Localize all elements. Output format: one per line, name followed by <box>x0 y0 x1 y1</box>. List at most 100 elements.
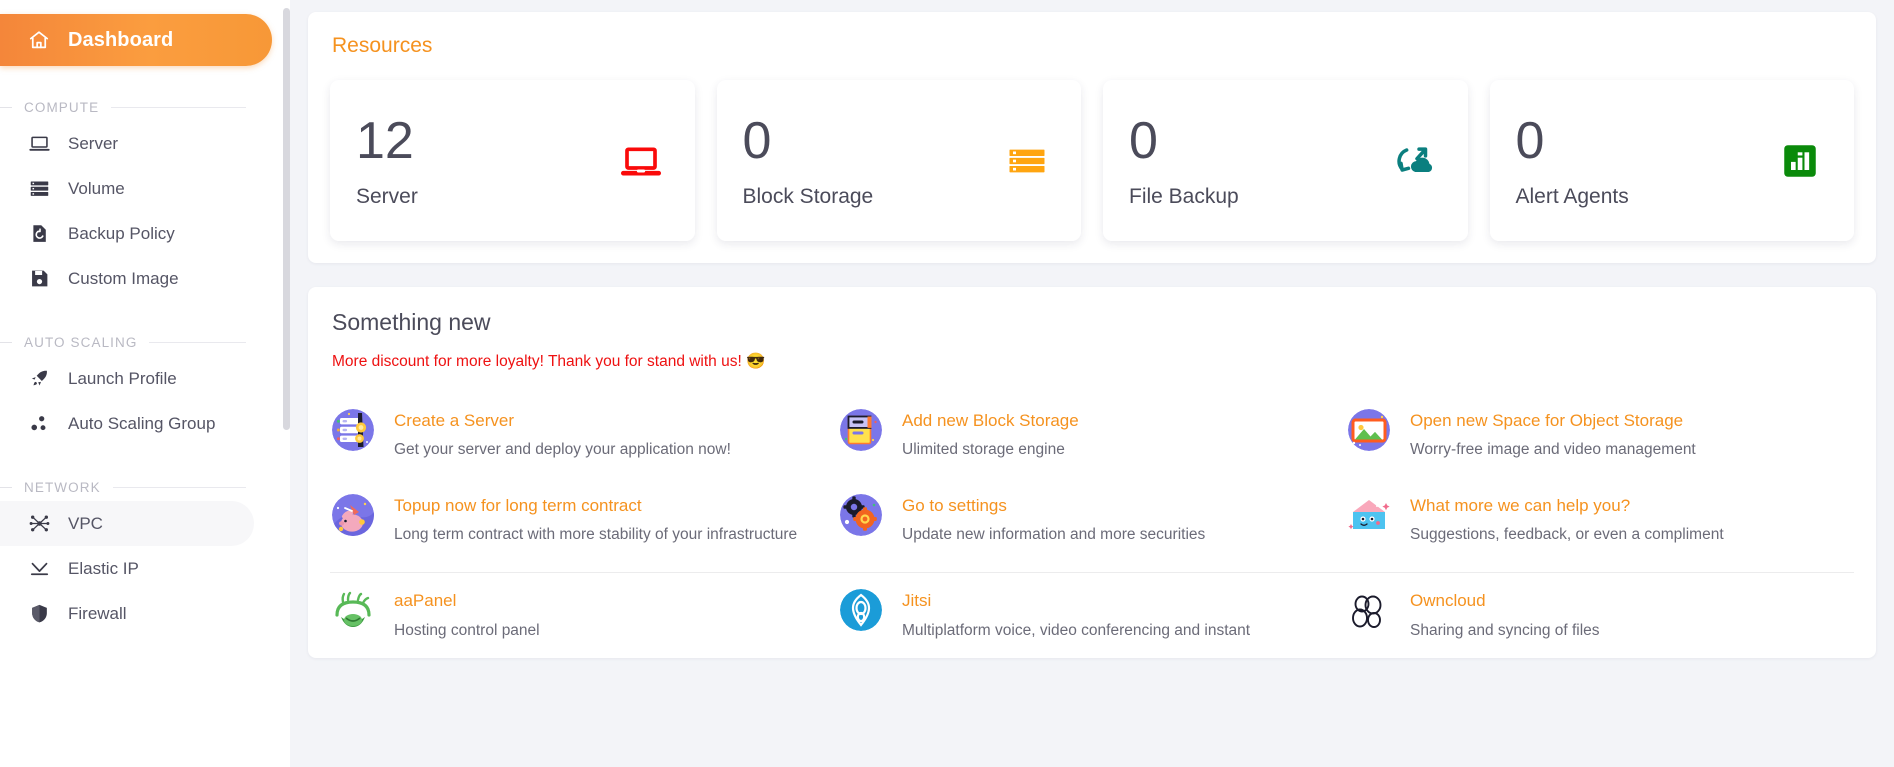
app-root: Dashboard COMPUTE Server Volume Backup P… <box>0 0 1894 767</box>
sidebar-item-elastic-ip[interactable]: Elastic IP <box>0 546 254 591</box>
quick-link-add-new-block-storage[interactable]: Add new Block Storage Ulimited storage e… <box>838 393 1346 478</box>
sidebar-item-label: Elastic IP <box>68 558 139 578</box>
cloud-sync-teal-icon <box>1390 137 1438 185</box>
sidebar-scrollbar-thumb[interactable] <box>283 8 290 430</box>
section-title: NETWORK <box>24 480 101 495</box>
quick-link-go-to-settings[interactable]: Go to settings Update new information an… <box>838 478 1346 563</box>
sidebar-item-label: Backup Policy <box>68 223 175 243</box>
quick-link-aapanel[interactable]: aaPanel Hosting control panel <box>330 573 838 658</box>
sidebar-item-backup-policy[interactable]: Backup Policy <box>0 211 254 256</box>
quick-link-title: What more we can help you? <box>1410 495 1631 515</box>
quick-link-text: Create a Server Get your server and depl… <box>394 409 731 462</box>
quick-link-title: Go to settings <box>902 495 1007 515</box>
sidebar-item-label: Volume <box>68 178 125 198</box>
sidebar-item-custom-image[interactable]: Custom Image <box>0 256 254 301</box>
sidebar-item-label: Dashboard <box>68 28 174 51</box>
quick-link-desc: Suggestions, feedback, or even a complim… <box>1410 525 1724 543</box>
network-hub-icon <box>26 511 52 537</box>
sidebar-section-network: NETWORK <box>0 480 272 495</box>
sidebar-inner: Dashboard COMPUTE Server Volume Backup P… <box>0 14 290 636</box>
sidebar-item-label: VPC <box>68 513 103 533</box>
jitsi-logo-icon <box>840 589 882 632</box>
stat-card-server[interactable]: 12 Server <box>330 80 695 241</box>
quick-link-jitsi[interactable]: Jitsi Multiplatform voice, video confere… <box>838 573 1346 658</box>
sidebar-item-launch-profile[interactable]: Launch Profile <box>0 356 254 401</box>
three-dots-group-icon <box>26 411 52 437</box>
quick-link-title: Open new Space for Object Storage <box>1410 411 1684 430</box>
quick-link-desc: Sharing and syncing of files <box>1410 621 1600 639</box>
sidebar-item-volume[interactable]: Volume <box>0 166 254 211</box>
quick-link-title: Add new Block Storage <box>902 411 1079 430</box>
main-content: Resources 12 Server 0 Block Storage 0 Fi… <box>290 0 1894 767</box>
section-dash-right <box>111 107 246 108</box>
quick-link-text: Open new Space for Object Storage Worry-… <box>1410 409 1696 462</box>
something-new-panel: Something new More discount for more loy… <box>308 287 1876 659</box>
quick-link-create-a-server[interactable]: Create a Server Get your server and depl… <box>330 393 838 478</box>
quick-link-title: Jitsi <box>902 591 932 611</box>
quick-link-title: aaPanel <box>394 591 457 611</box>
quick-link-text: Topup now for long term contract Long te… <box>394 494 797 547</box>
floppy-disk-icon <box>26 266 52 292</box>
quick-link-owncloud[interactable]: Owncloud Sharing and syncing of files <box>1346 573 1854 658</box>
resource-stat-row: 12 Server 0 Block Storage 0 File Backup … <box>330 80 1854 241</box>
block-storage-orange-icon <box>1003 137 1051 185</box>
stat-label: File Backup <box>1129 184 1239 208</box>
section-dash-left <box>0 487 12 488</box>
quick-link-desc: Update new information and more securiti… <box>902 525 1206 543</box>
stat-label: Alert Agents <box>1515 184 1629 208</box>
stat-card-alert-agents[interactable]: 0 Alert Agents <box>1489 80 1854 241</box>
mailbox-illustration-icon <box>1348 494 1390 536</box>
quick-link-desc: Ulimited storage engine <box>902 441 1065 459</box>
sidebar-item-auto-scaling-group[interactable]: Auto Scaling Group <box>0 401 254 446</box>
quick-link-text: Go to settings Update new information an… <box>902 494 1205 547</box>
quick-link-topup-now-for-long-term-contract[interactable]: Topup now for long term contract Long te… <box>330 478 838 563</box>
stat-card-block-storage[interactable]: 0 Block Storage <box>716 80 1081 241</box>
promo-text: More discount for more loyalty! Thank yo… <box>332 353 766 370</box>
quick-link-desc: Multiplatform voice, video conferencing … <box>902 621 1251 639</box>
quick-link-desc: Get your server and deploy your applicat… <box>394 441 731 459</box>
quick-link-title: Topup now for long term contract <box>394 495 642 515</box>
quick-link-text: Add new Block Storage Ulimited storage e… <box>902 409 1079 462</box>
stat-label: Server <box>356 184 418 208</box>
stacked-disks-icon <box>26 176 52 202</box>
quick-link-text: Jitsi Multiplatform voice, video confere… <box>902 589 1250 642</box>
piggy-bank-illustration-icon <box>332 493 374 536</box>
panel-title-something-new: Something new <box>332 309 491 335</box>
sidebar-section-compute: COMPUTE <box>0 100 272 115</box>
owncloud-logo-icon <box>1348 589 1390 631</box>
quick-link-grid: Create a Server Get your server and depl… <box>330 393 1854 658</box>
section-dash-right <box>149 342 246 343</box>
sidebar-item-firewall[interactable]: Firewall <box>0 591 254 636</box>
quick-link-desc: Hosting control panel <box>394 621 540 639</box>
server-rack-illustration-icon <box>332 409 374 451</box>
elastic-ip-icon <box>26 556 52 582</box>
quick-link-text: Owncloud Sharing and syncing of files <box>1410 589 1600 642</box>
sidebar-section-auto-scaling: AUTO SCALING <box>0 335 272 350</box>
bar-chart-green-icon <box>1776 137 1824 185</box>
quick-link-open-new-space-for-object-storage[interactable]: Open new Space for Object Storage Worry-… <box>1346 393 1854 478</box>
aapanel-logo-icon <box>332 589 374 631</box>
quick-link-desc: Worry-free image and video management <box>1410 441 1696 459</box>
section-title: AUTO SCALING <box>24 335 138 350</box>
rocket-icon <box>26 366 52 392</box>
sidebar-item-label: Firewall <box>68 603 127 623</box>
quick-link-what-more-we-can-help-you[interactable]: What more we can help you? Suggestions, … <box>1346 478 1854 563</box>
gears-illustration-icon <box>840 493 882 536</box>
sidebar-item-label: Launch Profile <box>68 368 177 388</box>
sidebar-item-vpc[interactable]: VPC <box>0 501 254 546</box>
resources-panel: Resources 12 Server 0 Block Storage 0 Fi… <box>308 12 1876 263</box>
section-title: COMPUTE <box>24 100 100 115</box>
section-dash-right <box>112 487 246 488</box>
stat-card-file-backup[interactable]: 0 File Backup <box>1103 80 1468 241</box>
section-dash-left <box>0 342 12 343</box>
sidebar-item-server[interactable]: Server <box>0 121 254 166</box>
quick-link-text: What more we can help you? Suggestions, … <box>1410 494 1724 547</box>
sidebar-item-label: Server <box>68 133 119 153</box>
sidebar-item-label: Auto Scaling Group <box>68 413 216 433</box>
laptop-red-icon <box>617 137 665 185</box>
sidebar-item-label: Custom Image <box>68 268 179 288</box>
sidebar-item-dashboard[interactable]: Dashboard <box>0 14 272 66</box>
home-icon <box>26 27 52 53</box>
sidebar: Dashboard COMPUTE Server Volume Backup P… <box>0 0 290 767</box>
block-storage-illustration-icon <box>840 409 882 451</box>
